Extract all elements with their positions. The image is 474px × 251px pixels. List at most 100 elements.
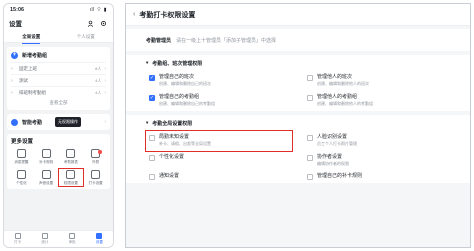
group-row[interactable]: › 测试 4人 › [11, 74, 106, 86]
settings-gear-icon[interactable] [99, 19, 108, 28]
mobile-header: 设置 [4, 15, 113, 31]
grid-item-personalize[interactable]: 个性化 [9, 169, 34, 186]
grid-item-label: 外勤 [92, 160, 100, 164]
back-arrow-icon[interactable]: ‹ [133, 11, 135, 18]
smart-attendance-row[interactable]: 智能考勤 无权限操作 › [7, 114, 110, 130]
caret-down-icon: ▾ [146, 120, 149, 125]
nav-settings[interactable]: 设置 [96, 233, 103, 245]
group-name: 排班制考勤组 [19, 89, 46, 95]
checkbox[interactable] [307, 75, 313, 81]
option-label: 通知设置 [159, 173, 180, 179]
grid-item-label: 声音设置 [39, 181, 54, 185]
permission-option[interactable]: 个性化设置 [146, 151, 292, 170]
mobile-page-title: 设置 [9, 21, 22, 28]
arrow-right-icon: › [104, 65, 106, 72]
section-title: 考勤全局设置权限 [152, 120, 193, 127]
checkbox-checked[interactable]: ✓ [149, 95, 155, 101]
permission-option[interactable]: 管理他人的考勤组 创建、编辑和删除他人的考勤组 [304, 91, 450, 111]
view-all-link[interactable]: 查看全部 [11, 98, 106, 108]
permission-option[interactable]: 通知设置 [146, 170, 292, 183]
permission-option[interactable]: ✓ 管理自己的考勤组 创建、编辑和删除自己的考勤组 [146, 91, 292, 111]
permission-options: 局勤未知设置 补卡、请假、出差等全局设置 人脸识别设置 员工个人打卡照片管理 个性化… [145, 130, 450, 183]
permission-option[interactable]: 人脸识别设置 员工个人打卡照片管理 [304, 131, 450, 151]
option-label: 管理自己的考勤组 [159, 94, 200, 100]
checkbox[interactable] [307, 155, 313, 161]
permission-settings-panel: ‹ 考勤打卡权限设置 考勤管理员 请在一级上十管理员「添加子管理员」中选择 ▾ … [125, 3, 471, 248]
grid-item-clock-settings[interactable]: 打卡设置 [83, 169, 108, 186]
smart-attendance-icon [11, 118, 18, 126]
checkbox[interactable] [149, 135, 155, 141]
add-group-label: 新增考勤组 [22, 53, 48, 59]
group-row[interactable]: › 固定上班 8人 › [11, 62, 106, 74]
profile-icon[interactable] [86, 19, 95, 28]
tab-global-settings[interactable]: 全局设置 [18, 32, 44, 44]
nav-clock-in[interactable]: 打卡 [14, 233, 21, 245]
attendance-groups-card: + 新增考勤组 › 固定上班 8人 › › 测试 4人 › › 排班制考勤组 4… [7, 47, 110, 110]
mobile-app-screen: 15:06 ıll ⌔ ▮ 设置 全局设置 个人设置 + 新增考勤组 › 固定上… [3, 3, 114, 248]
tab-personal-settings[interactable]: 个人设置 [73, 32, 99, 42]
notification-dot [98, 150, 102, 154]
palette-icon [16, 170, 26, 179]
grid-item-field-work[interactable]: 外勤 [83, 148, 108, 165]
checkbox[interactable] [307, 95, 313, 101]
grid-item-report[interactable]: 考勤报表 [59, 148, 84, 165]
option-label: 管理他人的考勤组 [317, 94, 358, 100]
grid-item-label: 考勤报表 [63, 160, 78, 164]
chevron-right-icon: › [11, 77, 13, 84]
group-row[interactable]: › 排班制考勤组 4人 › [11, 86, 106, 98]
chevron-right-icon: › [11, 89, 13, 96]
add-group-button[interactable]: + 新增考勤组 [11, 49, 106, 62]
option-label: 协作者设置 [317, 154, 343, 160]
grid-item-label: 补卡规则 [39, 160, 54, 164]
nav-label: 统计 [41, 240, 49, 244]
nav-label: 打卡 [14, 240, 22, 244]
grid-item-makeup-rule[interactable]: 补卡规则 [34, 148, 59, 165]
grid-item-permission-settings[interactable]: 权限设置 [57, 168, 85, 187]
checkbox[interactable] [307, 174, 313, 180]
panel-header: ‹ 考勤打卡权限设置 [126, 4, 470, 26]
grid-item-label: 消息提醒 [14, 160, 29, 164]
chevron-right-icon: › [11, 65, 13, 72]
checkbox[interactable] [149, 155, 155, 161]
permission-option[interactable]: ✓ 管理自己的班次 创建、编辑和删除自己的班次 [146, 71, 292, 91]
permission-option-highlighted[interactable]: 局勤未知设置 补卡、请假、出差等全局设置 [145, 130, 293, 152]
section-header[interactable]: ▾ 考勤全局设置权限 [146, 115, 450, 131]
arrow-right-icon: › [104, 89, 106, 96]
no-permission-tooltip: 无权限操作 [55, 117, 81, 127]
caret-down-icon: ▾ [146, 60, 149, 65]
nav-label: 审批 [68, 240, 76, 244]
grid-item-label: 个性化 [16, 181, 27, 185]
option-label: 管理他人的班次 [317, 74, 353, 80]
nav-approval[interactable]: 审批 [69, 233, 76, 245]
status-time: 15:06 [10, 6, 25, 13]
checkbox[interactable] [149, 174, 155, 180]
checkbox[interactable] [307, 135, 313, 141]
speaker-icon [41, 170, 51, 179]
permission-option[interactable]: 管理他人的班次 创建、编辑和删除他人的班次 [304, 71, 450, 91]
admin-row: 考勤管理员 请在一级上十管理员「添加子管理员」中选择 [126, 29, 470, 51]
plus-icon: + [11, 52, 18, 59]
group-shift-permissions-section: ▾ 考勤组、班次管理权限 ✓ 管理自己的班次 创建、编辑和删除自己的班次 管理他人… [126, 55, 470, 111]
more-settings-title: 更多设置 [11, 139, 34, 145]
bottom-nav: 打卡 统计 审批 设置 [4, 230, 113, 247]
grid-item-label: 打卡设置 [88, 181, 103, 185]
option-description: 创建、编辑和删除自己的考勤组 [159, 101, 215, 106]
section-header[interactable]: ▾ 考勤组、班次管理权限 [146, 55, 450, 71]
group-member-count: 4人 [95, 77, 102, 83]
checkbox-checked[interactable]: ✓ [149, 75, 155, 81]
nav-label: 设置 [95, 240, 103, 244]
grid-item-message-reminder[interactable]: 消息提醒 [9, 148, 34, 165]
group-member-count: 4人 [95, 89, 102, 95]
permission-option[interactable]: 协作者设置 编辑协作者的权限 [304, 151, 450, 170]
option-label: 管理自己的班次 [159, 74, 195, 80]
option-label: 个性化设置 [159, 154, 185, 160]
option-label: 人脸识别设置 [317, 134, 348, 140]
grid-item-label: 权限设置 [63, 181, 78, 185]
clock-icon [91, 170, 101, 179]
nav-statistics[interactable]: 统计 [41, 233, 48, 245]
permission-option[interactable]: 管理自己的补卡规则 [304, 170, 450, 183]
mobile-tabs: 全局设置 个人设置 [4, 31, 113, 44]
global-settings-permissions-section: ▾ 考勤全局设置权限 局勤未知设置 补卡、请假、出差等全局设置 人脸识别设置 员工个… [126, 115, 470, 183]
arrow-right-icon: › [104, 77, 106, 84]
grid-item-sound[interactable]: 声音设置 [34, 169, 59, 186]
